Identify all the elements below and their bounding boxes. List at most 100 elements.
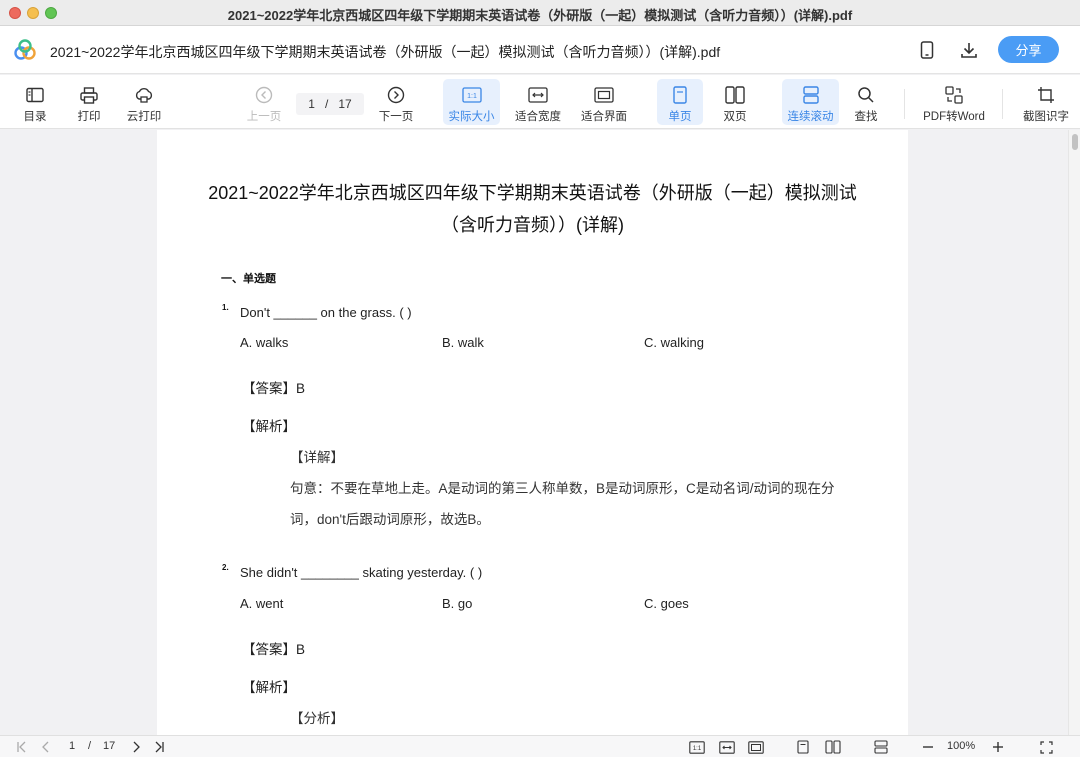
detail-line-2: 词，don't后跟动词原形，故选B。 — [290, 512, 490, 527]
status-bar: 1 / 17 1:1 100% — [0, 735, 1080, 757]
fit-width-button[interactable]: 适合宽度 — [512, 79, 564, 125]
title-bar: 2021~2022学年北京西城区四年级下学期期末英语试卷（外研版（一起）模拟测试… — [0, 0, 1080, 26]
fullscreen-icon[interactable] — [1038, 739, 1054, 755]
ocr-button[interactable]: 截图识字 — [1018, 79, 1074, 125]
single-page-label: 单页 — [668, 111, 692, 123]
search-icon — [856, 85, 876, 105]
doc-title-line-1: 2021~2022学年北京西城区四年级下学期期末英语试卷（外研版（一起）模拟测试 — [208, 183, 857, 203]
document-title: 2021~2022学年北京西城区四年级下学期期末英语试卷（外研版（一起）模拟测试… — [50, 44, 721, 60]
current-page: 1 — [308, 97, 315, 111]
single-page-icon — [670, 85, 690, 105]
prev-circle-icon — [254, 85, 274, 105]
find-label: 查找 — [854, 111, 878, 123]
continuous-scroll-button[interactable]: 连续滚动 — [782, 79, 839, 125]
option-c: C. goes — [644, 596, 689, 611]
detail-line-1: 句意：不要在草地上走。A是动词的第三人称单数，B是动词原形，C是动名词/动词的现… — [290, 481, 835, 496]
ocr-label: 截图识字 — [1023, 111, 1069, 123]
document-viewport[interactable]: 2021~2022学年北京西城区四年级下学期期末英语试卷（外研版（一起）模拟测试… — [0, 130, 1080, 735]
phone-icon[interactable] — [915, 38, 939, 62]
single-page-button[interactable]: 单页 — [657, 79, 703, 125]
continuous-scroll-label: 连续滚动 — [787, 111, 834, 123]
page-number-input[interactable]: 1 / 17 — [296, 93, 364, 115]
zoom-in-icon[interactable] — [990, 739, 1006, 755]
fit-page-button[interactable]: 适合界面 — [578, 79, 630, 125]
share-button[interactable]: 分享 — [998, 36, 1059, 63]
question-text: She didn't ________ skating yesterday. (… — [240, 565, 483, 580]
option-a: A. went — [240, 596, 284, 611]
find-button[interactable]: 查找 — [848, 79, 884, 125]
double-page-button[interactable]: 双页 — [715, 79, 755, 125]
answer: 【答案】B — [242, 642, 306, 657]
prev-page-label: 上一页 — [246, 111, 282, 123]
status-current-page[interactable]: 1 — [69, 740, 75, 752]
toolbar-divider — [904, 89, 905, 119]
zoom-level[interactable]: 100% — [947, 740, 975, 752]
next-page-label: 下一页 — [378, 111, 414, 123]
question-number: 2. — [222, 563, 229, 572]
window-title: 2021~2022学年北京西城区四年级下学期期末英语试卷（外研版（一起）模拟测试… — [227, 8, 853, 23]
zoom-out-icon[interactable] — [920, 739, 936, 755]
vertical-scrollbar[interactable] — [1068, 130, 1080, 735]
main-toolbar: 目录 打印 云打印 上一页 1 / 17 下一页 1:1 实际大小 适合宽度 适… — [0, 75, 1080, 129]
analysis-label: 【解析】 — [242, 680, 296, 695]
answer: 【答案】B — [242, 381, 306, 396]
print-label: 打印 — [77, 111, 101, 123]
printer-icon — [79, 85, 99, 105]
continuous-scroll-icon[interactable] — [873, 739, 889, 755]
fit-width-icon — [528, 85, 548, 105]
detail-label: 【分析】 — [290, 711, 344, 726]
toc-label: 目录 — [23, 111, 47, 123]
page-separator: / — [324, 97, 329, 111]
pdf-to-word-button[interactable]: PDF转Word — [920, 79, 988, 125]
option-a: A. walks — [240, 335, 289, 350]
fit-page-icon[interactable] — [748, 739, 764, 755]
toolbar-divider — [1002, 89, 1003, 119]
fit-page-icon — [594, 85, 614, 105]
actual-size-icon: 1:1 — [461, 85, 482, 105]
prev-page-icon[interactable] — [38, 739, 54, 755]
double-page-label: 双页 — [723, 111, 747, 123]
cloud-print-button[interactable]: 云打印 — [122, 79, 166, 125]
document-header: 2021~2022学年北京西城区四年级下学期期末英语试卷（外研版（一起）模拟测试… — [0, 26, 1080, 74]
fit-width-label: 适合宽度 — [515, 111, 561, 123]
next-page-button[interactable]: 下一页 — [376, 79, 416, 125]
status-total-pages: 17 — [103, 740, 116, 752]
pdf-to-word-label: PDF转Word — [923, 111, 985, 123]
first-page-icon[interactable] — [14, 739, 30, 755]
pdf-to-word-icon — [944, 85, 964, 105]
single-page-icon[interactable] — [795, 739, 811, 755]
actual-size-label: 实际大小 — [448, 111, 495, 123]
section-heading: 一、单选题 — [221, 273, 276, 285]
toc-icon — [25, 85, 45, 105]
toc-button[interactable]: 目录 — [18, 79, 52, 125]
double-page-icon — [725, 85, 745, 105]
prev-page-button[interactable]: 上一页 — [244, 79, 284, 125]
actual-size-glyph: 1:1 — [467, 93, 477, 100]
total-pages: 17 — [338, 97, 352, 111]
download-icon[interactable] — [957, 38, 981, 62]
fit-width-icon[interactable] — [719, 739, 735, 755]
question-text: Don't ______ on the grass. ( ) — [240, 305, 412, 320]
last-page-icon[interactable] — [151, 739, 167, 755]
cloud-print-icon — [134, 85, 154, 105]
next-page-icon[interactable] — [128, 739, 144, 755]
cloud-print-label: 云打印 — [126, 111, 162, 123]
actual-size-icon[interactable]: 1:1 — [689, 739, 705, 755]
double-page-icon[interactable] — [825, 739, 841, 755]
continuous-scroll-icon — [801, 85, 821, 105]
print-button[interactable]: 打印 — [72, 79, 106, 125]
option-c: C. walking — [644, 335, 704, 350]
status-page-separator: / — [88, 740, 92, 752]
crop-text-icon — [1036, 85, 1056, 105]
scroll-thumb[interactable] — [1072, 134, 1078, 150]
fit-page-label: 适合界面 — [581, 111, 627, 123]
app-logo-icon — [13, 39, 37, 61]
option-b: B. walk — [442, 335, 484, 350]
question-number: 1. — [222, 303, 229, 312]
status-actual-size-glyph: 1:1 — [693, 746, 702, 752]
actual-size-button[interactable]: 1:1 实际大小 — [443, 79, 500, 125]
pdf-page: 2021~2022学年北京西城区四年级下学期期末英语试卷（外研版（一起）模拟测试… — [157, 130, 908, 735]
next-circle-icon — [386, 85, 406, 105]
analysis-label: 【解析】 — [242, 419, 296, 434]
app-window: 2021~2022学年北京西城区四年级下学期期末英语试卷（外研版（一起）模拟测试… — [0, 0, 1080, 757]
